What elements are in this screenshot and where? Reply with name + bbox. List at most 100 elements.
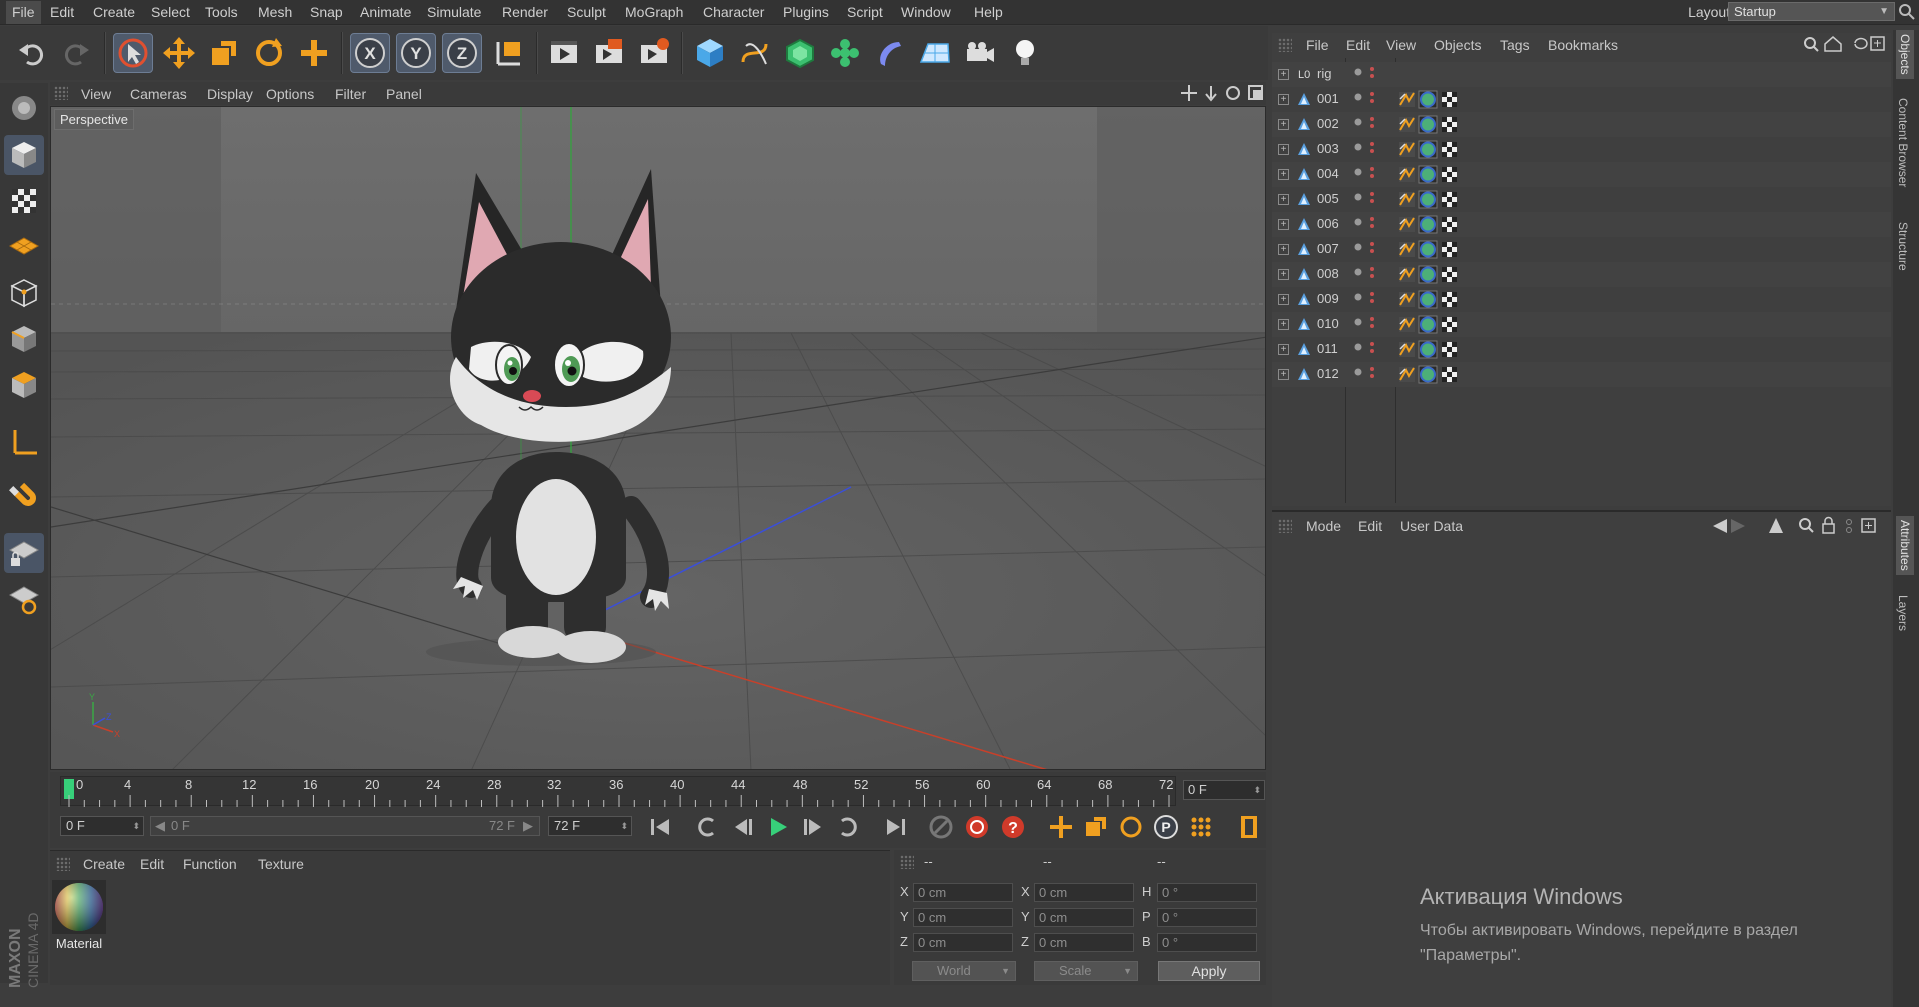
texture-tag-icon[interactable] [1442,142,1457,157]
side-tab-layers[interactable]: Layers [1896,595,1910,631]
expand-icon[interactable]: + [1278,319,1289,330]
expand-icon[interactable]: + [1278,194,1289,205]
attribute-menu-mode[interactable]: Mode [1306,518,1341,534]
deformer-icon[interactable] [870,33,910,73]
snap-magnet-icon[interactable] [4,479,44,519]
uvw-tag-icon[interactable] [1418,165,1438,184]
texture-tag-icon[interactable] [1442,292,1457,307]
object-name[interactable]: 009 [1317,291,1339,306]
make-editable-icon[interactable] [4,88,44,128]
rotation-p-field[interactable]: 0 ° [1157,908,1257,927]
phong-tag-icon[interactable] [1399,92,1415,107]
phong-tag-icon[interactable] [1399,292,1415,307]
object-name[interactable]: 003 [1317,141,1339,156]
object-row[interactable]: + L0 rig [1272,62,1891,87]
object-name[interactable]: 007 [1317,241,1339,256]
visibility-dots-icon[interactable] [1352,89,1392,109]
object-row[interactable]: +004 [1272,162,1891,187]
edges-mode-icon[interactable] [4,319,44,359]
coordinate-system-icon[interactable] [489,33,529,73]
menu-animate[interactable]: Animate [360,4,411,20]
add-icon[interactable] [294,33,334,73]
rotation-h-field[interactable]: 0 ° [1157,883,1257,902]
object-menu-edit[interactable]: Edit [1346,37,1370,53]
expand-icon[interactable]: + [1278,119,1289,130]
cube-icon[interactable] [690,33,730,73]
polygons-mode-icon[interactable] [4,365,44,405]
attribute-menu-user-data[interactable]: User Data [1400,518,1463,534]
uvw-tag-icon[interactable] [1418,240,1438,259]
visibility-dots-icon[interactable] [1352,164,1392,184]
side-tab-attributes[interactable]: Attributes [1896,516,1914,575]
uvw-tag-icon[interactable] [1418,265,1438,284]
object-name[interactable]: 008 [1317,266,1339,281]
object-row[interactable]: +008 [1272,262,1891,287]
object-menu-objects[interactable]: Objects [1434,37,1481,53]
visibility-dots-icon[interactable] [1352,339,1392,359]
viewport-menu-view[interactable]: View [81,86,111,102]
uvw-tag-icon[interactable] [1418,140,1438,159]
texture-tag-icon[interactable] [1442,192,1457,207]
visibility-dots-icon[interactable] [1352,139,1392,159]
object-name[interactable]: rig [1317,66,1331,81]
previous-key-icon[interactable] [690,810,724,844]
new-window-icon[interactable] [1861,518,1876,533]
position-y-field[interactable]: 0 cm [913,908,1013,927]
phong-tag-icon[interactable] [1399,367,1415,382]
material-thumbnail[interactable] [52,880,106,934]
uvw-tag-icon[interactable] [1418,190,1438,209]
menu-mesh[interactable]: Mesh [258,4,292,20]
search-icon[interactable] [1898,3,1916,21]
undo-icon[interactable] [12,33,52,73]
forward-arrow-icon[interactable] [1731,519,1745,533]
key-position-icon[interactable] [1044,810,1078,844]
phong-tag-icon[interactable] [1399,242,1415,257]
z-axis-icon[interactable]: Z [442,33,482,73]
orbit-icon[interactable] [1226,86,1240,100]
menu-create[interactable]: Create [93,4,135,20]
menu-edit[interactable]: Edit [50,4,74,20]
object-name[interactable]: 011 [1317,341,1338,356]
object-menu-file[interactable]: File [1306,37,1329,53]
menu-render[interactable]: Render [502,4,548,20]
workplane-icon[interactable] [4,227,44,267]
search-icon[interactable] [1799,518,1814,533]
move-icon[interactable] [159,33,199,73]
phong-tag-icon[interactable] [1399,117,1415,132]
viewport-menu-display[interactable]: Display [207,86,253,102]
texture-tag-icon[interactable] [1442,217,1457,232]
visibility-dots-icon[interactable] [1352,239,1392,259]
y-axis-icon[interactable]: Y [396,33,436,73]
subdivision-surface-icon[interactable] [780,33,820,73]
uvw-tag-icon[interactable] [1418,365,1438,384]
object-row[interactable]: +005 [1272,187,1891,212]
planar-workplane-icon[interactable] [4,580,44,620]
expand-icon[interactable]: + [1278,219,1289,230]
object-row[interactable]: +009 [1272,287,1891,312]
redo-icon[interactable] [56,33,96,73]
object-row[interactable]: +010 [1272,312,1891,337]
menu-help[interactable]: Help [974,4,1003,20]
object-row[interactable]: +007 [1272,237,1891,262]
uvw-tag-icon[interactable] [1418,340,1438,359]
expand-icon[interactable]: + [1278,69,1289,80]
pan-icon[interactable] [1181,85,1197,101]
dolly-icon[interactable] [1205,86,1217,102]
texture-tag-icon[interactable] [1442,267,1457,282]
texture-tag-icon[interactable] [1442,92,1457,107]
expand-icon[interactable]: + [1278,369,1289,380]
menu-plugins[interactable]: Plugins [783,4,829,20]
phong-tag-icon[interactable] [1399,342,1415,357]
texture-tag-icon[interactable] [1442,242,1457,257]
render-settings-icon[interactable] [634,33,674,73]
axis-mode-icon[interactable] [4,423,44,463]
object-name[interactable]: 004 [1317,166,1339,181]
expand-icon[interactable]: + [1278,269,1289,280]
key-scale-icon[interactable] [1079,810,1113,844]
object-row[interactable]: +003 [1272,137,1891,162]
texture-tag-icon[interactable] [1442,342,1457,357]
material-menu-edit[interactable]: Edit [140,856,164,872]
expand-icon[interactable]: + [1278,294,1289,305]
object-name[interactable]: 010 [1317,316,1339,331]
menu-file[interactable]: File [6,1,41,24]
